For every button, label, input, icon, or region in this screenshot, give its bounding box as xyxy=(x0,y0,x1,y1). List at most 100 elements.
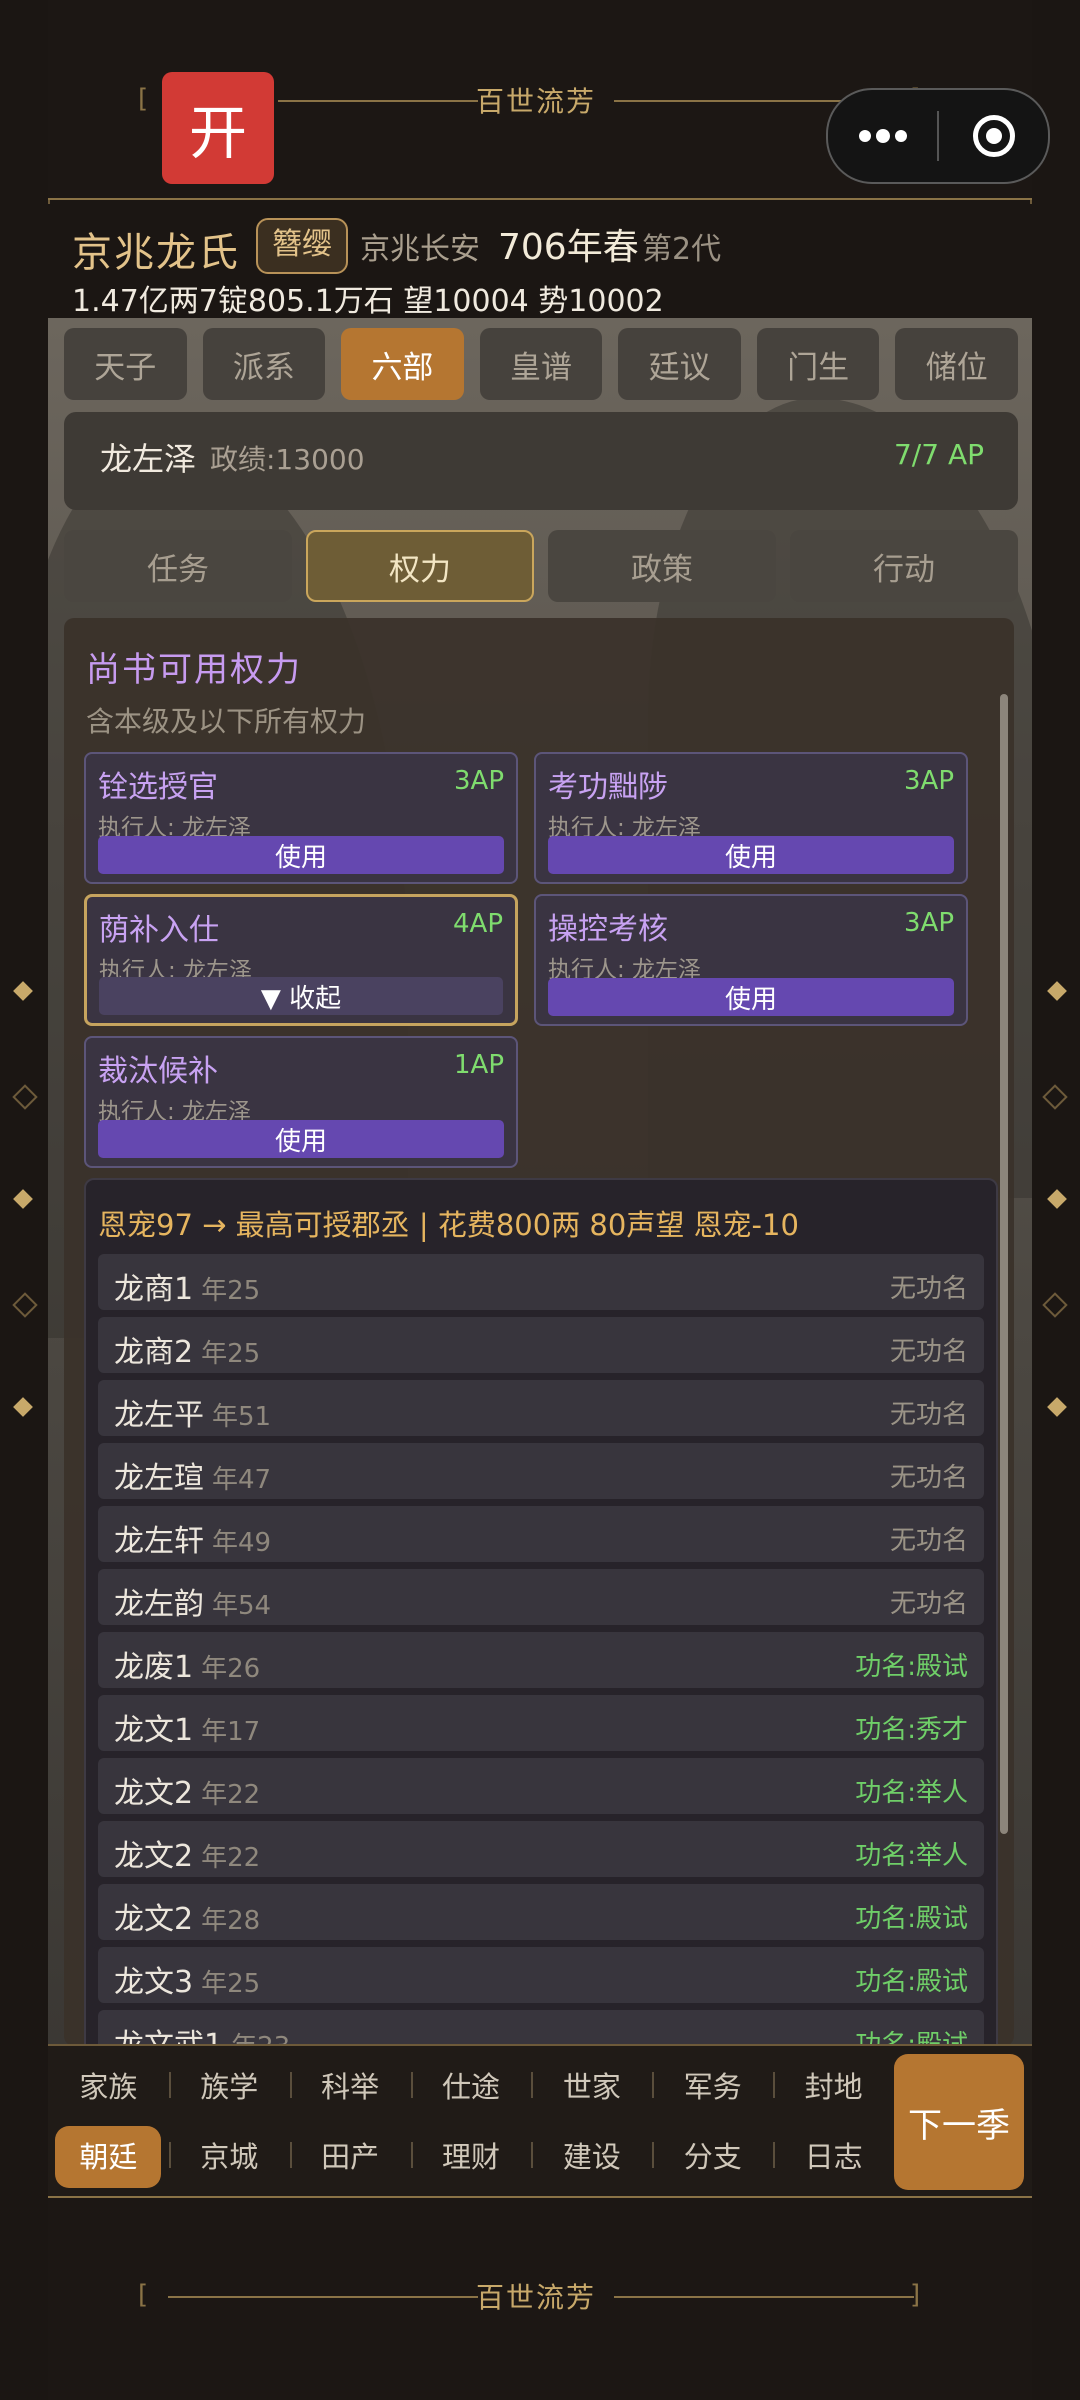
side-diamond-icon xyxy=(13,1189,33,1209)
nav-clan-school[interactable]: 族学 xyxy=(168,2064,290,2106)
candidate-name: 龙左轩 xyxy=(114,1524,204,1559)
tab-succession[interactable]: 储位 xyxy=(895,328,1019,400)
nav-military[interactable]: 军务 xyxy=(652,2064,773,2106)
official-card: 龙左泽 政绩:13000 7/7 AP xyxy=(64,412,1018,510)
candidate-status: 功名:殿试 xyxy=(855,1904,968,1934)
app-title: 百世流芳 xyxy=(476,85,597,118)
candidate-name: 龙废1 xyxy=(114,1650,194,1685)
current-year: 706年春 xyxy=(498,227,639,268)
tab-imperial-genealogy[interactable]: 皇谱 xyxy=(479,328,603,400)
collapse-power-button[interactable]: ▼ 收起 xyxy=(99,977,503,1015)
tab-faction[interactable]: 派系 xyxy=(202,328,326,400)
candidate-row[interactable]: 龙商1 年25 无功名 xyxy=(98,1254,984,1310)
candidate-status: 无功名 xyxy=(889,1400,968,1430)
nav-career[interactable]: 仕途 xyxy=(410,2064,532,2106)
footer-divider-left xyxy=(168,2296,478,2298)
official-name: 龙左泽 xyxy=(100,440,197,478)
use-power-button[interactable]: 使用 xyxy=(98,1120,504,1158)
nav-capital[interactable]: 京城 xyxy=(168,2134,290,2176)
nav-branches[interactable]: 分支 xyxy=(652,2134,773,2176)
candidate-name: 龙文2 xyxy=(114,1839,194,1874)
side-diamond-icon xyxy=(12,1084,38,1110)
open-button[interactable]: 开 xyxy=(162,72,274,184)
power-card: 考功黜陟 3AP 执行人: 龙左泽 使用 xyxy=(534,752,968,884)
nav-row-1: 家族 族学 科举 仕途 世家 军务 封地 xyxy=(48,2050,894,2120)
nav-noble-houses[interactable]: 世家 xyxy=(531,2064,652,2106)
next-season-button[interactable]: 下一季 xyxy=(894,2054,1024,2190)
candidate-row[interactable]: 龙左韵 年54 无功名 xyxy=(98,1569,984,1625)
nav-log[interactable]: 日志 xyxy=(773,2134,894,2176)
power-cost: 3AP xyxy=(903,766,954,796)
title-bracket-left: [ xyxy=(138,84,149,114)
rank-badge: 簪缨 xyxy=(256,218,348,274)
candidate-row[interactable]: 龙文武1年23 功名:殿试 xyxy=(98,2010,984,2046)
panel-title: 尚书可用权力 xyxy=(86,650,302,690)
candidate-list-header: 恩宠97 → 最高可授郡丞 | 花费800两 80声望 恩宠-10 xyxy=(98,1208,799,1242)
use-power-button[interactable]: 使用 xyxy=(548,978,954,1016)
nav-court[interactable]: 朝廷 xyxy=(48,2126,169,2188)
side-diamond-icon xyxy=(1042,1084,1068,1110)
footer: [ ] 百世流芳 xyxy=(48,2198,1032,2400)
candidate-row[interactable]: 龙左瑄 年47 无功名 xyxy=(98,1443,984,1499)
candidate-status: 功名:秀才 xyxy=(855,1715,968,1745)
nav-finance[interactable]: 理财 xyxy=(410,2134,532,2176)
powers-panel: 尚书可用权力 含本级及以下所有权力 铨选授官 3AP 执行人: 龙左泽 使用 考… xyxy=(64,618,1014,2046)
candidate-status: 功名:举人 xyxy=(855,1841,968,1871)
use-power-button[interactable]: 使用 xyxy=(548,836,954,874)
more-dots-icon[interactable] xyxy=(828,129,937,143)
candidate-row[interactable]: 龙商2 年25 无功名 xyxy=(98,1317,984,1373)
nav-family[interactable]: 家族 xyxy=(48,2064,169,2106)
footer-title: 百世流芳 xyxy=(476,2281,597,2314)
top-divider xyxy=(48,198,1032,200)
nav-exam[interactable]: 科举 xyxy=(289,2064,411,2106)
power-card-selected: 荫补入仕 4AP 执行人: 龙左泽 ▼ 收起 xyxy=(84,894,518,1026)
candidate-row[interactable]: 龙文1 年17 功名:秀才 xyxy=(98,1695,984,1751)
clan-header: 京兆龙氏 簪缨 京兆长安 706年春 第2代 1.47亿两7锭805.1万石 望… xyxy=(48,204,1032,319)
top-tabs: 天子 派系 六部 皇谱 廷议 门生 储位 xyxy=(64,328,1019,400)
power-card: 裁汰候补 1AP 执行人: 龙左泽 使用 xyxy=(84,1036,518,1168)
candidate-row[interactable]: 龙左平 年51 无功名 xyxy=(98,1380,984,1436)
candidate-row[interactable]: 龙左轩 年49 无功名 xyxy=(98,1506,984,1562)
candidate-status: 功名:殿试 xyxy=(855,1967,968,1997)
tab-tasks[interactable]: 任务 xyxy=(64,530,292,602)
power-name: 荫补入仕 xyxy=(99,913,219,948)
candidate-name: 龙文1 xyxy=(114,1713,194,1748)
candidate-name: 龙文3 xyxy=(114,1965,194,2000)
candidate-status: 功名:殿试 xyxy=(855,2030,968,2046)
wealth-stats: 1.47亿两7锭805.1万石 望10004 势10002 xyxy=(72,284,664,319)
candidate-status: 无功名 xyxy=(889,1337,968,1367)
power-cost: 3AP xyxy=(903,908,954,938)
candidate-row[interactable]: 龙文2 年22 功名:举人 xyxy=(98,1821,984,1877)
power-name: 裁汰候补 xyxy=(98,1054,218,1089)
side-diamond-icon xyxy=(1047,1189,1067,1209)
tab-six-ministries[interactable]: 六部 xyxy=(341,328,464,400)
candidate-list: 恩宠97 → 最高可授郡丞 | 花费800两 80声望 恩宠-10 龙商1 年25… xyxy=(84,1178,998,2046)
candidate-row[interactable]: 龙文2 年28 功名:殿试 xyxy=(98,1884,984,1940)
tab-actions[interactable]: 行动 xyxy=(790,530,1018,602)
power-card: 操控考核 3AP 执行人: 龙左泽 使用 xyxy=(534,894,968,1026)
official-merit: 政绩:13000 xyxy=(210,443,365,476)
side-diamond-icon xyxy=(13,1397,33,1417)
panel-subtitle: 含本级及以下所有权力 xyxy=(86,705,367,738)
candidate-name: 龙文2 xyxy=(114,1902,194,1937)
candidate-age: 年49 xyxy=(212,1528,272,1558)
candidate-status: 无功名 xyxy=(889,1589,968,1619)
tab-tianzi[interactable]: 天子 xyxy=(64,328,187,400)
side-diamond-icon xyxy=(1047,1397,1067,1417)
candidate-row[interactable]: 龙文2 年22 功名:举人 xyxy=(98,1758,984,1814)
target-icon[interactable] xyxy=(939,115,1048,157)
tab-policies[interactable]: 政策 xyxy=(548,530,776,602)
use-power-button[interactable]: 使用 xyxy=(98,836,504,874)
panel-scrollbar[interactable] xyxy=(1000,694,1008,1834)
candidate-name: 龙左瑄 xyxy=(114,1461,204,1496)
nav-fief[interactable]: 封地 xyxy=(773,2064,894,2106)
candidate-age: 年51 xyxy=(212,1402,272,1432)
nav-farmland[interactable]: 田产 xyxy=(289,2134,411,2176)
tab-disciples[interactable]: 门生 xyxy=(756,328,880,400)
tab-court-debate[interactable]: 廷议 xyxy=(618,328,741,400)
candidate-row[interactable]: 龙文3 年25 功名:殿试 xyxy=(98,1947,984,2003)
candidate-row[interactable]: 龙废1 年26 功名:殿试 xyxy=(98,1632,984,1688)
side-diamond-icon xyxy=(13,981,33,1001)
nav-construction[interactable]: 建设 xyxy=(531,2134,652,2176)
tab-powers[interactable]: 权力 xyxy=(306,530,534,602)
